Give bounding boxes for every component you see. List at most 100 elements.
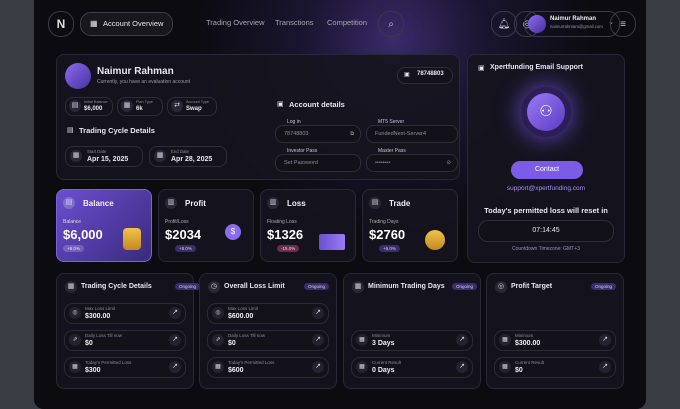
list-item: ◎ Max Loss Limit $300.00 ↗ [64,303,186,324]
arrow-up-right-icon[interactable]: ↗ [312,307,324,319]
calendar-icon: ▦ [70,150,82,162]
trade-badge: +6.0% [379,245,400,252]
arrow-up-right-icon[interactable]: ↗ [169,307,181,319]
trading-cycle-card: ▦ Trading Cycle Details Ongoing ◎ Max Los… [56,273,201,389]
trend-icon: ⇗ [69,334,81,346]
stat-initial-balance: ▤ Initial Balance $6,000 [65,97,113,116]
list-item: ⇗ Daily Loss Till now $0 ↗ [64,330,186,351]
calendar-icon: ▦ [352,281,364,293]
loss-icon: ▥ [267,197,279,209]
target-icon: ◎ [69,307,81,319]
swap-icon: ⇄ [171,100,183,112]
minimum-trading-days-card: ▦ Minimum Trading Days Ongoing ▦ Minimum 3… [343,273,481,389]
loss-badge: -15.0% [277,245,300,252]
calendar-icon: ▦ [65,281,77,293]
tab-transctions[interactable]: Transctions [275,12,314,34]
avatar [528,15,546,33]
device-frame: N ▦ Account Overview Trading Overview Tr… [34,0,646,409]
copy-icon[interactable]: ⧉ [350,126,354,142]
arrow-up-right-icon[interactable]: ↗ [599,334,611,346]
profile-subtitle: Currently, you have an evaluation accoun… [97,79,191,85]
metric-trade: ▤ Trade Trading Days $2760 +6.0% [362,189,458,262]
support-title: Xpertfunding Email Support [490,64,583,71]
profit-badge: +8.0% [175,245,196,252]
target-icon: ◎ [495,281,507,293]
plan-icon: ▦ [121,100,133,112]
calendar-icon: ▦ [212,361,224,373]
dashboard-screen: N ▦ Account Overview Trading Overview Tr… [34,0,646,409]
arrow-up-right-icon[interactable]: ↗ [456,361,468,373]
metric-balance: ▤ Balance Balance $6,000 +6.0% [56,189,152,262]
user-email: naimurrahmam@gmail.com [550,24,603,29]
logo-icon[interactable]: N [48,11,74,37]
list-item: ⇗ Daily Loss Till now $0 ↗ [207,330,329,351]
reset-text: Today's permitted loss will reset in [484,206,608,215]
trading-cycle-title: Trading Cycle Details [79,126,155,135]
server-field[interactable]: FundedNext-Server4 [366,125,458,143]
tab-account-overview[interactable]: ▦ Account Overview [80,12,174,36]
stat-account-type: ⇄ Account Type Swap [167,97,217,116]
list-item: ▦ Minimum 3 Days ↗ [351,330,473,351]
coins-icon [123,228,141,250]
master-pass-field[interactable]: •••••••• ⊘ [366,154,458,172]
investor-pass-field[interactable]: Set Password [275,154,361,172]
profile-avatar [65,63,91,89]
user-name: Naimur Rahman [550,16,597,22]
tab-competition[interactable]: Competition [327,12,367,34]
account-id-chip[interactable]: ▣ 78748803 [397,67,453,84]
overall-loss-card: ◷ Overall Loss Limit Ongoing ◎ Max Loss L… [199,273,337,389]
account-details-title: Account details [289,100,345,109]
lock-icon: ▣ [277,101,284,108]
calendar-icon: ▦ [69,361,81,373]
arrow-up-right-icon[interactable]: ↗ [312,334,324,346]
arrow-up-right-icon[interactable]: ↗ [169,361,181,373]
search-icon[interactable]: ⌕ [378,11,404,37]
wallet-icon: ▤ [63,197,75,209]
metric-loss: ▥ Loss Floating Loss $1326 -15.0% [260,189,356,262]
arrow-up-right-icon[interactable]: ↗ [456,334,468,346]
tab-trading-overview[interactable]: Trading Overview [206,12,265,34]
bar-chart-down-icon [319,234,345,250]
calendar-icon: ▦ [356,334,368,346]
profile-card: Naimur Rahman Currently, you have an eva… [56,54,460,180]
start-date: ▦ Start Date Apr 15, 2025 [65,146,143,167]
plant-coin-icon: $ [225,224,241,240]
list-item: ▦ Today's Permitted Loss $600 ↗ [207,357,329,378]
profit-icon: ▥ [165,197,177,209]
contact-button[interactable]: Contact [511,161,583,179]
candlestick-coin-icon [425,230,445,250]
mail-icon: ▣ [478,65,485,72]
balance-badge: +6.0% [63,245,84,252]
calendar-icon: ▦ [154,150,166,162]
id-card-icon: ▣ [404,72,410,78]
list-item: ▦ Current Result 0 Days ↗ [351,357,473,378]
timezone-text: Countdown Timezone: GMT+3 [512,246,580,252]
countdown-timer: 07:14:45 [478,220,614,242]
stat-plan-type: ▦ Plan Type 6k [117,97,163,116]
trend-icon: ⇗ [212,334,224,346]
support-email-link[interactable]: support@xpertfunding.com [468,185,624,192]
profit-target-card: ◎ Profit Target Ongoing ▦ Minimum $300.00 ↗… [486,273,624,389]
calendar-icon: ▦ [499,361,511,373]
login-field[interactable]: 78748803 ⧉ [275,125,361,143]
support-card: ▣ Xpertfunding Email Support ⚇ Contact s… [467,54,625,263]
menu-icon[interactable]: ≡ [610,11,636,37]
target-icon: ◎ [212,307,224,319]
arrow-up-right-icon[interactable]: ↗ [312,361,324,373]
grid-icon: ▦ [90,19,98,28]
trade-icon: ▤ [369,197,381,209]
eye-off-icon[interactable]: ⊘ [446,155,451,171]
wallet-icon: ▤ [69,100,81,112]
top-navigation: N ▦ Account Overview Trading Overview Tr… [48,10,630,37]
calendar-icon: ▦ [356,361,368,373]
calendar-icon: ▤ [67,127,74,134]
metric-profit: ▥ Profit Profit/Loss $2034 +8.0% $ [158,189,254,262]
end-date: ▦ End Date Apr 28, 2025 [149,146,227,167]
support-glow: ⚇ [521,87,571,137]
list-item: ▦ Today's Permitted Loss $300 ↗ [64,357,186,378]
user-menu[interactable]: Naimur Rahman naimurrahmam@gmail.com ⌄ [524,11,620,37]
arrow-up-right-icon[interactable]: ↗ [169,334,181,346]
list-item: ▦ Minimum $300.00 ↗ [494,330,616,351]
list-item: ◎ Max Loss Limit $600.00 ↗ [207,303,329,324]
arrow-up-right-icon[interactable]: ↗ [599,361,611,373]
